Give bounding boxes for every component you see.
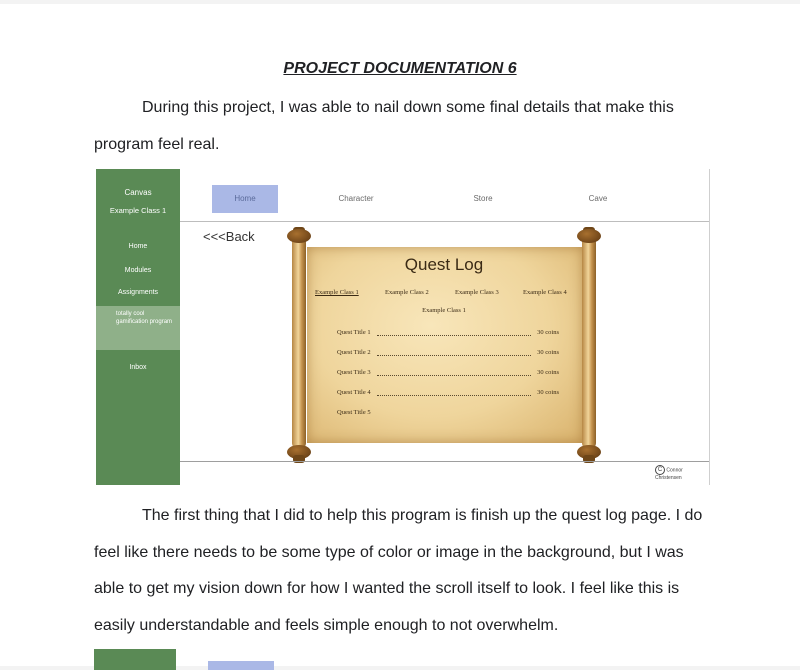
quest-name: Quest Title 2 — [337, 349, 371, 356]
selected-class-heading: Example Class 1 — [422, 307, 466, 314]
tab-home[interactable]: Home — [212, 185, 278, 213]
body-line-1: The first thing that I did to help this … — [142, 507, 703, 524]
canvas-sidebar: Canvas Example Class 1 Home Modules Assi… — [96, 169, 180, 485]
quest-row[interactable]: Quest Title 2 30 coins — [337, 349, 559, 359]
intro-paragraph: During this project, I was able to nail … — [94, 90, 714, 163]
quest-row[interactable]: Quest Title 1 30 coins — [337, 329, 559, 339]
quest-reward: 30 coins — [537, 329, 559, 336]
back-link[interactable]: <<<Back — [203, 229, 255, 244]
document-title: PROJECT DOCUMENTATION 6 — [283, 60, 517, 77]
quest-name: Quest Title 5 — [337, 409, 371, 416]
body-line-2: feel like there needs to be some type of… — [94, 543, 684, 561]
quest-log-scroll: Quest Log Example Class 1 Example Class … — [285, 227, 603, 463]
quest-name: Quest Title 4 — [337, 389, 371, 396]
quest-name: Quest Title 3 — [337, 369, 371, 376]
tab-store[interactable]: Store — [458, 185, 508, 213]
intro-line-1: During this project, I was able to nail … — [142, 99, 674, 116]
quest-reward: 30 coins — [537, 369, 559, 376]
sidebar-item-assignments[interactable]: Assignments — [96, 288, 180, 298]
body-line-3: able to get my vision down for how I wan… — [94, 580, 680, 597]
sidebar-app-name: Canvas — [124, 188, 152, 197]
copyright-notice: C Connor Christensen — [655, 465, 710, 481]
scroll-left-top-knob — [287, 229, 311, 243]
class-tab-4[interactable]: Example Class 4 — [523, 289, 567, 296]
tab-character[interactable]: Character — [326, 185, 386, 213]
nav-divider — [180, 221, 710, 222]
body-paragraph: The first thing that I did to help this … — [94, 498, 714, 644]
quest-reward: 30 coins — [537, 349, 559, 356]
quest-row[interactable]: Quest Title 4 30 coins — [337, 389, 559, 399]
sidebar-item-modules[interactable]: Modules — [96, 266, 180, 276]
tab-cave[interactable]: Cave — [576, 185, 620, 213]
embedded-screenshot: Canvas Example Class 1 Home Modules Assi… — [96, 169, 710, 485]
body-line-4: easily understandable and feels simple e… — [94, 616, 559, 634]
quest-log-title: Quest Log — [404, 255, 484, 274]
document-page: PROJECT DOCUMENTATION 6 During this proj… — [0, 4, 800, 670]
screenshot-border — [709, 169, 710, 485]
intro-line-2: program feel real. — [94, 135, 220, 153]
sidebar-course-name: Example Class 1 — [109, 206, 167, 215]
copyright-icon: C — [655, 465, 665, 475]
quest-row[interactable]: Quest Title 3 30 coins — [337, 369, 559, 379]
footer-divider — [180, 461, 710, 462]
quest-name: Quest Title 1 — [337, 329, 371, 336]
quest-reward: 30 coins — [537, 389, 559, 396]
sidebar-item-gamification[interactable]: totally cool gamification program — [116, 310, 176, 326]
class-tab-2[interactable]: Example Class 2 — [385, 289, 429, 296]
sidebar-item-home[interactable]: Home — [96, 242, 180, 252]
scroll-right-top-knob — [577, 229, 601, 243]
class-tab-3[interactable]: Example Class 3 — [455, 289, 499, 296]
class-tab-1[interactable]: Example Class 1 — [315, 289, 359, 296]
sidebar-item-inbox[interactable]: Inbox — [96, 363, 180, 373]
next-screenshot-sidebar — [94, 649, 176, 670]
quest-row[interactable]: Quest Title 5 — [337, 409, 559, 419]
